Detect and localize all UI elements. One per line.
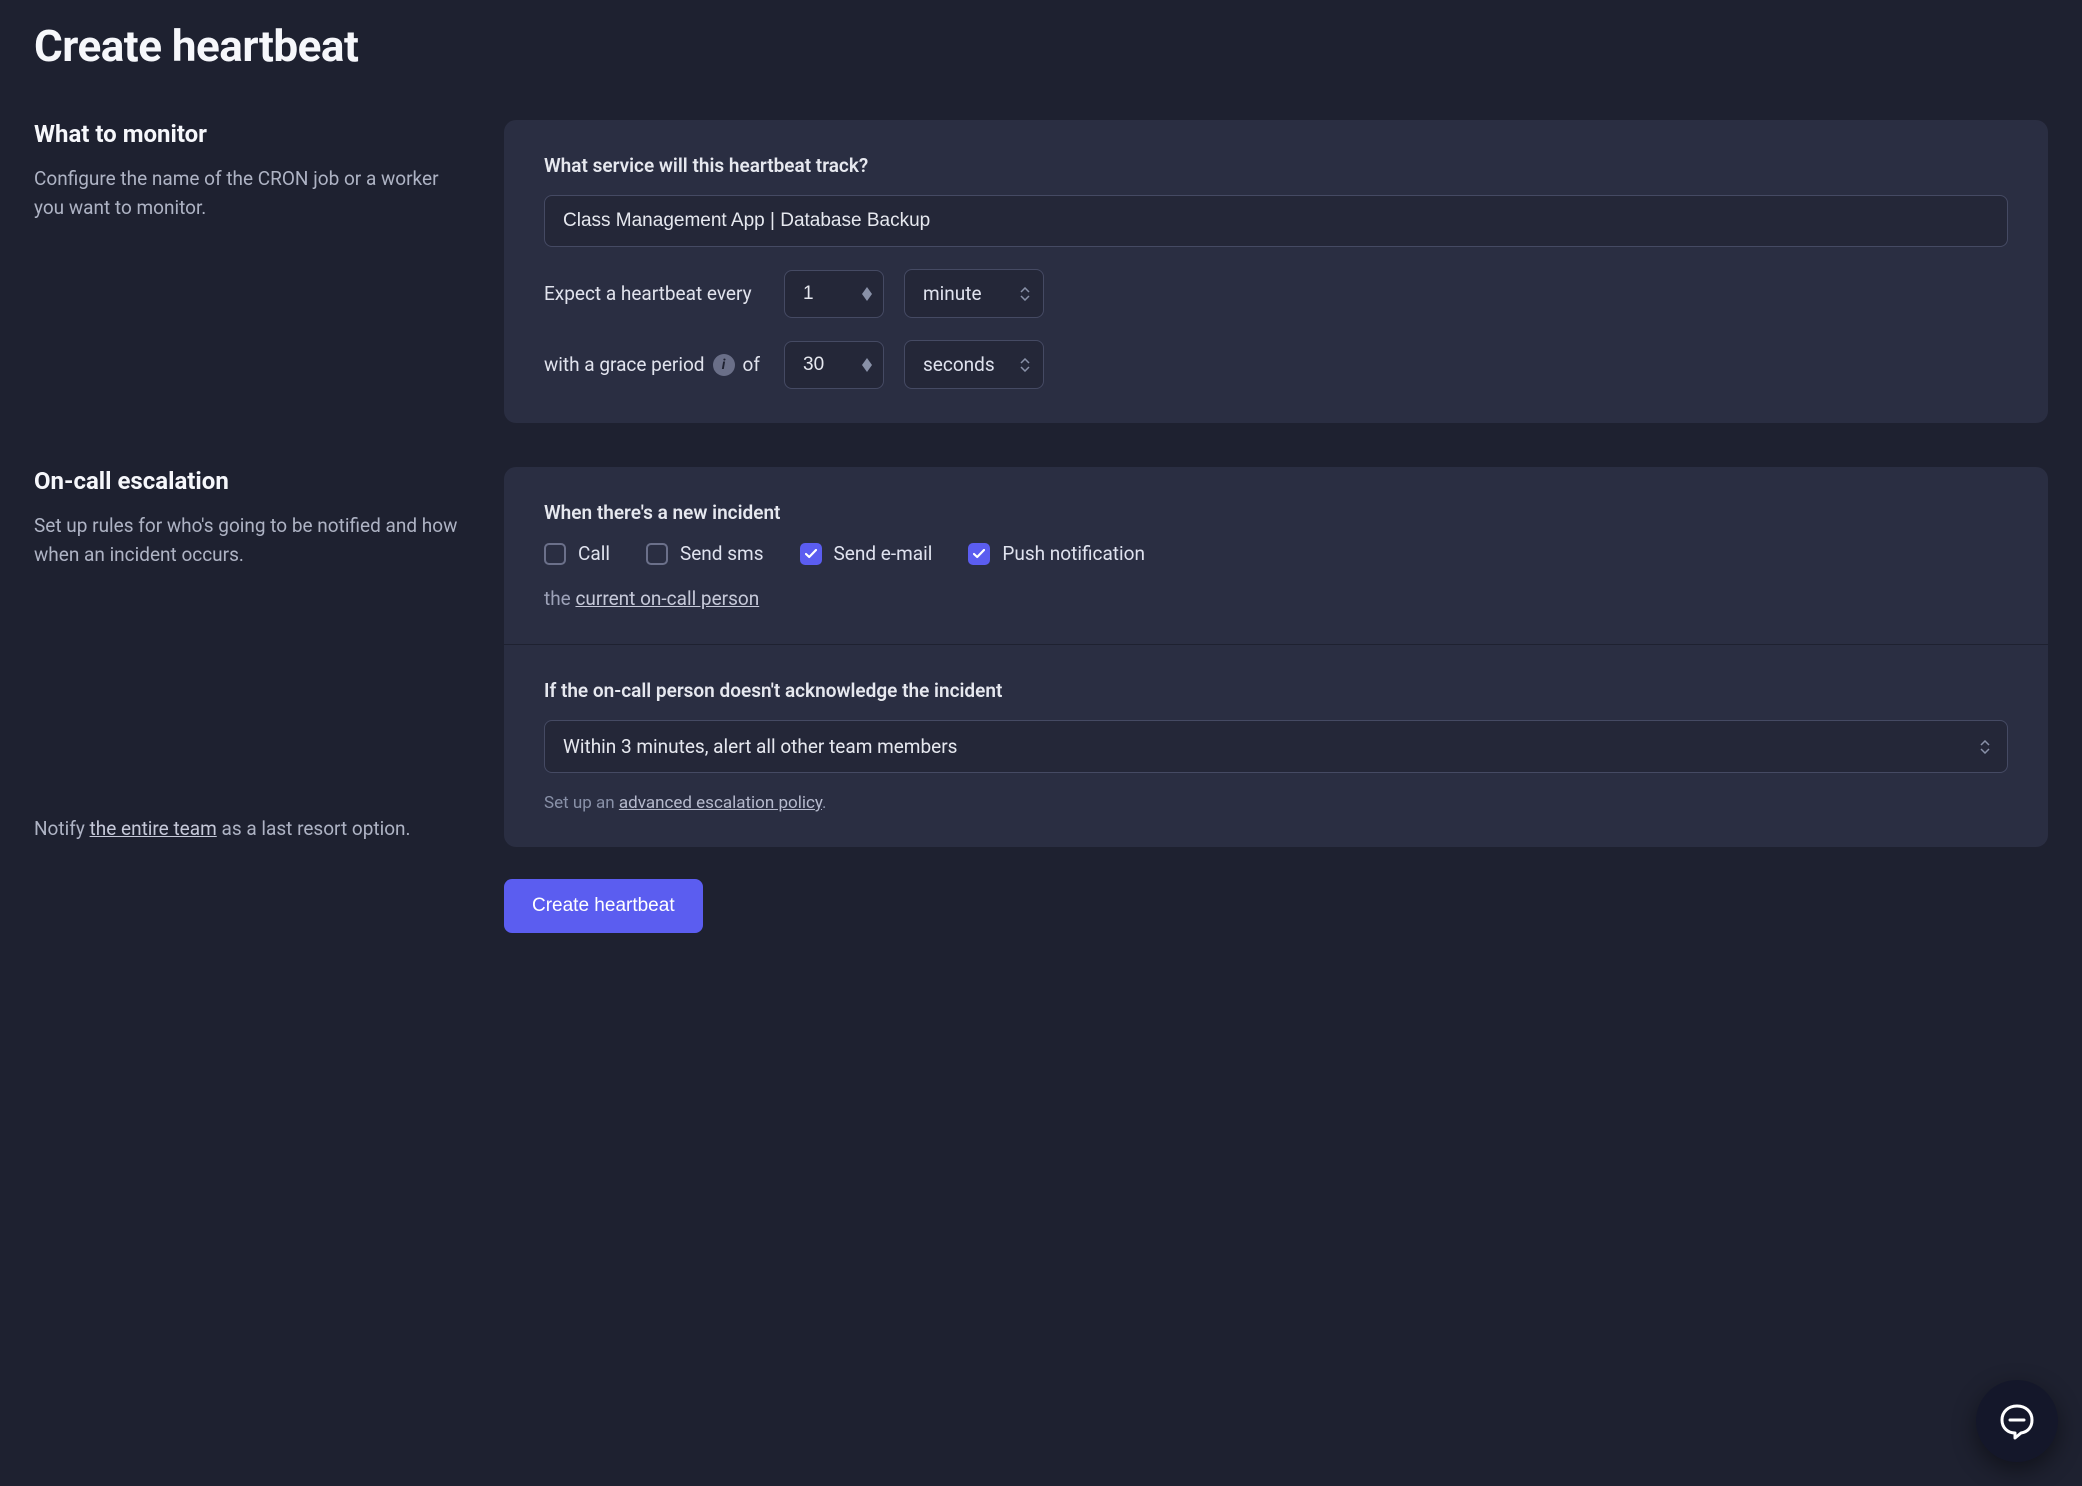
- checkbox-label: Push notification: [1002, 542, 1145, 565]
- advanced-escalation-link[interactable]: advanced escalation policy: [619, 793, 822, 813]
- info-icon[interactable]: i: [713, 354, 735, 376]
- chat-fab[interactable]: [1976, 1380, 2058, 1462]
- ack-fallback-select[interactable]: Within 3 minutes, alert all other team m…: [544, 720, 2008, 773]
- escalation-section-heading: On-call escalation: [34, 467, 464, 495]
- service-label: What service will this heartbeat track?: [544, 154, 2008, 177]
- chat-icon: [1996, 1400, 2038, 1442]
- last-resort-prefix: Notify: [34, 817, 90, 840]
- checkbox-label: Send e-mail: [834, 542, 933, 565]
- checkbox-label: Send sms: [680, 542, 764, 565]
- service-name-input[interactable]: [544, 195, 2008, 247]
- last-resort-note: Notify the entire team as a last resort …: [34, 814, 464, 843]
- expect-label: Expect a heartbeat every: [544, 282, 764, 305]
- acknowledge-card: If the on-call person doesn't acknowledg…: [504, 644, 2048, 847]
- monitor-section-heading: What to monitor: [34, 120, 464, 148]
- create-heartbeat-button[interactable]: Create heartbeat: [504, 879, 703, 933]
- entire-team-link[interactable]: the entire team: [90, 817, 217, 840]
- ack-label: If the on-call person doesn't acknowledg…: [544, 679, 2008, 702]
- sub-prefix: the: [544, 587, 575, 610]
- grace-prefix: with a grace period: [544, 353, 705, 376]
- last-resort-suffix: as a last resort option.: [217, 817, 411, 840]
- notify-call-checkbox[interactable]: Call: [544, 542, 610, 565]
- escalation-section-desc: Set up rules for who's going to be notif…: [34, 511, 464, 570]
- incident-card: When there's a new incident Call Send sms…: [504, 467, 2048, 644]
- interval-value-input[interactable]: [784, 270, 884, 318]
- hint-suffix: .: [822, 793, 826, 813]
- notify-send-e-mail-checkbox[interactable]: Send e-mail: [800, 542, 933, 565]
- checkbox-box: [800, 543, 822, 565]
- incident-label: When there's a new incident: [544, 501, 2008, 524]
- checkbox-box: [646, 543, 668, 565]
- checkbox-box: [968, 543, 990, 565]
- monitor-card: What service will this heartbeat track? …: [504, 120, 2048, 423]
- grace-unit-select[interactable]: seconds: [904, 340, 1044, 389]
- notify-send-sms-checkbox[interactable]: Send sms: [646, 542, 764, 565]
- monitor-section-desc: Configure the name of the CRON job or a …: [34, 164, 464, 223]
- hint-prefix: Set up an: [544, 793, 619, 813]
- checkbox-box: [544, 543, 566, 565]
- interval-unit-select[interactable]: minute: [904, 269, 1044, 318]
- grace-value-input[interactable]: [784, 341, 884, 389]
- current-on-call-link[interactable]: current on-call person: [575, 587, 759, 610]
- notify-push-notification-checkbox[interactable]: Push notification: [968, 542, 1145, 565]
- checkbox-label: Call: [578, 542, 610, 565]
- grace-suffix: of: [743, 353, 760, 376]
- grace-label: with a grace period i of: [544, 353, 764, 376]
- page-title: Create heartbeat: [34, 20, 2048, 72]
